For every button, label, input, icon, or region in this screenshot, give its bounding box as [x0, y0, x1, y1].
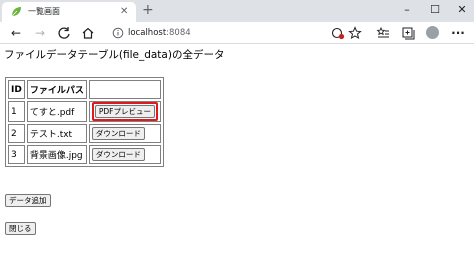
pdf-preview-button[interactable]: PDFプレビュー — [94, 105, 155, 118]
collections-icon[interactable] — [400, 25, 416, 41]
info-icon[interactable] — [112, 27, 124, 39]
window-close-icon[interactable]: ✕ — [455, 2, 469, 18]
plus-icon[interactable]: + — [142, 3, 154, 18]
table-row: 1 てすと.pdf PDFプレビュー — [8, 101, 161, 122]
cell-action: ダウンロード — [88, 145, 161, 164]
browser-titlebar: 一覧画面 ✕ + – ☐ ✕ — [0, 0, 474, 22]
reload-icon[interactable] — [56, 25, 72, 41]
favorites-icon[interactable] — [375, 25, 391, 41]
address-url[interactable]: localhost:8084 — [128, 27, 191, 39]
home-icon[interactable] — [80, 25, 96, 41]
more-icon[interactable]: ··· — [450, 25, 466, 41]
cell-action: PDFプレビュー — [88, 101, 161, 122]
star-icon[interactable] — [347, 25, 363, 41]
table-header-row: ID ファイルパス — [8, 80, 161, 99]
browser-tab[interactable]: 一覧画面 ✕ — [2, 2, 136, 22]
tab-title: 一覧画面 — [28, 7, 60, 16]
address-port: :8084 — [166, 28, 191, 38]
close-icon[interactable]: ✕ — [120, 5, 128, 18]
highlight-box: PDFプレビュー — [91, 102, 158, 121]
cell-path: テスト.txt — [26, 124, 87, 143]
cell-action: ダウンロード — [88, 124, 161, 143]
maximize-icon[interactable]: ☐ — [428, 2, 442, 18]
tracking-icon[interactable] — [330, 25, 346, 41]
browser-toolbar: ← → localhost:8084 ··· — [0, 22, 474, 44]
cell-path: てすと.pdf — [26, 101, 87, 122]
page-content: ファイルデータテーブル(file_data)の全データ ID ファイルパス 1 … — [0, 44, 474, 270]
back-icon[interactable]: ← — [8, 25, 24, 41]
page-title: ファイルデータテーブル(file_data)の全データ — [4, 49, 225, 61]
download-button[interactable]: ダウンロード — [91, 127, 145, 140]
cell-path: 背景画像.jpg — [26, 145, 87, 164]
forward-icon[interactable]: → — [32, 25, 48, 41]
cell-id: 3 — [8, 145, 25, 164]
leaf-favicon-icon — [11, 7, 21, 17]
column-header-path: ファイルパス — [26, 80, 87, 99]
minimize-icon[interactable]: – — [400, 2, 414, 18]
column-header-id: ID — [8, 80, 25, 99]
file-data-table: ID ファイルパス 1 てすと.pdf PDFプレビュー 2 テスト.txt ダ… — [5, 77, 164, 167]
address-bar[interactable]: localhost:8084 — [106, 24, 364, 42]
close-button[interactable]: 閉じる — [5, 222, 36, 235]
cell-id: 2 — [8, 124, 25, 143]
add-data-button[interactable]: データ追加 — [5, 194, 51, 207]
table-row: 2 テスト.txt ダウンロード — [8, 124, 161, 143]
profile-icon[interactable] — [426, 26, 439, 39]
column-header-action — [88, 80, 161, 99]
download-button[interactable]: ダウンロード — [91, 148, 145, 161]
table-row: 3 背景画像.jpg ダウンロード — [8, 145, 161, 164]
cell-id: 1 — [8, 101, 25, 122]
address-host: localhost — [128, 28, 167, 38]
